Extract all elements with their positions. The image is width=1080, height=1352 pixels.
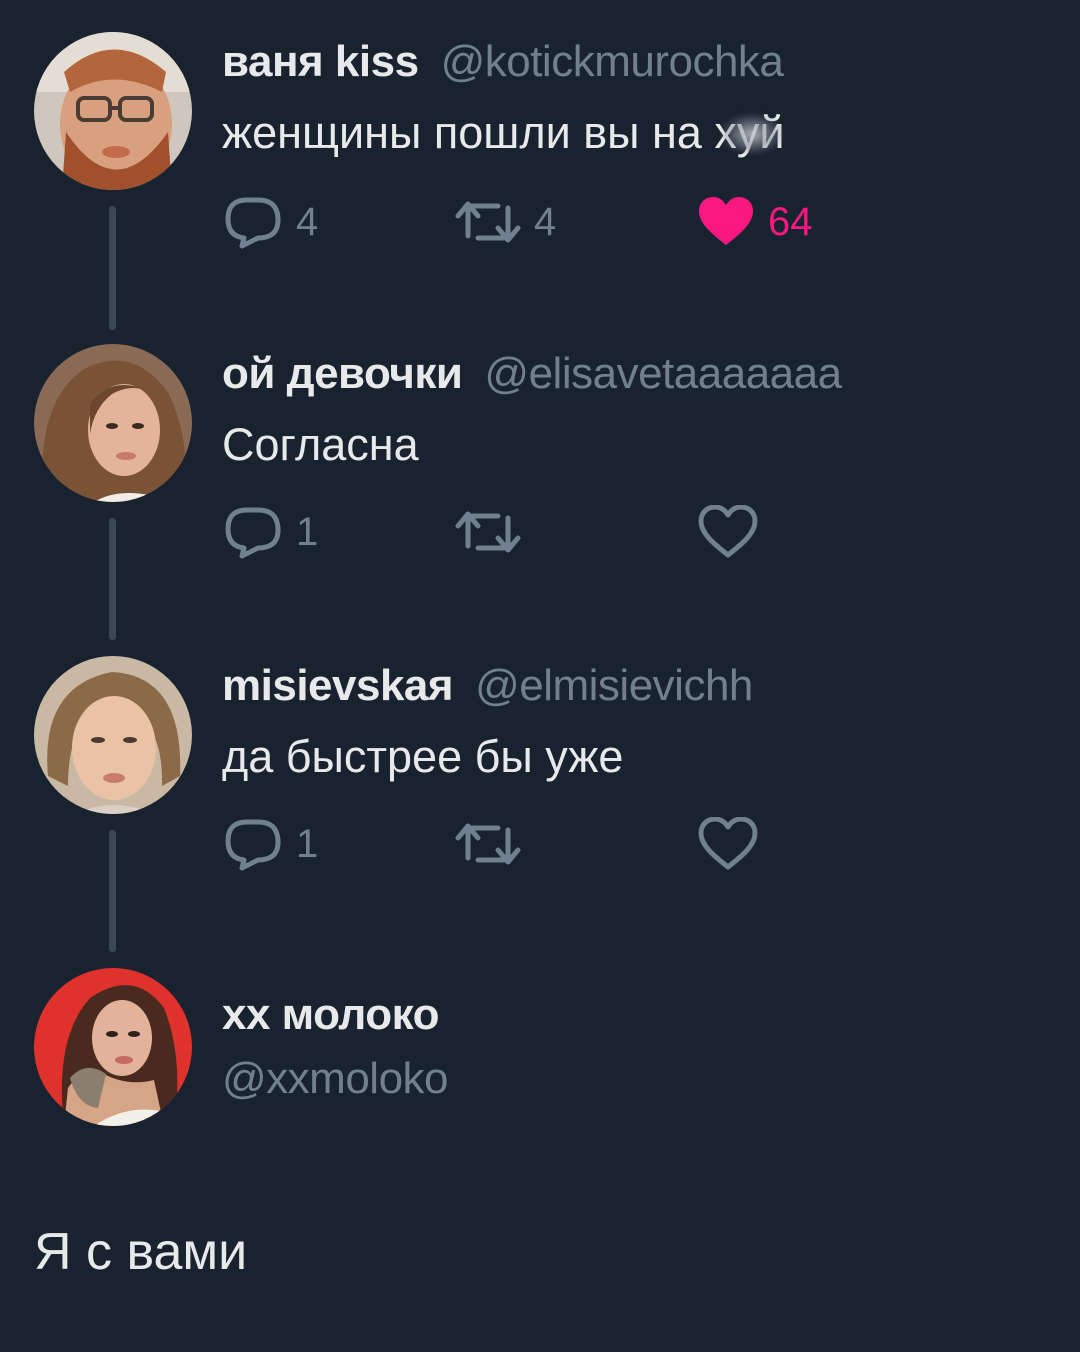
man-with-glasses-avatar (34, 32, 192, 190)
avatar[interactable] (34, 344, 192, 502)
tweet-1-actions: 4 4 64 (222, 192, 922, 252)
reply-text-input[interactable]: Я с вами (34, 1222, 247, 1282)
tweet-text: да быстрее бы уже (222, 731, 624, 782)
reply-button[interactable]: 4 (222, 192, 318, 252)
reply-count: 1 (296, 509, 319, 554)
tweet-text: женщины пошли вы на хуй (222, 104, 785, 162)
reply-icon (225, 819, 281, 871)
censor-blur (720, 114, 783, 154)
username[interactable]: @elisavetaaaaaaa (484, 349, 842, 399)
reply-button[interactable]: 1 (222, 502, 318, 562)
username[interactable]: @xxmoloko (222, 1054, 1060, 1104)
retweet-button[interactable] (454, 814, 522, 874)
reply-button[interactable]: 1 (222, 814, 318, 874)
tweet-2-actions: 1 (222, 502, 922, 562)
thread-connector (109, 830, 116, 952)
reply-count: 1 (296, 821, 319, 866)
thread-connector (109, 518, 116, 640)
tweet-body: misievskaя @elmisievichh да быстрее бы у… (222, 656, 1060, 786)
avatar[interactable] (34, 32, 192, 190)
reply-count: 4 (296, 199, 319, 244)
tweet-header: misievskaя @elmisievichh (222, 656, 1060, 716)
like-button[interactable]: 64 (696, 192, 813, 252)
woman-red-background-avatar (34, 968, 192, 1126)
display-name[interactable]: xx молоко (222, 990, 1060, 1040)
heart-icon (699, 197, 753, 245)
tweet-body: ой девочки @elisavetaaaaaaa Согласна (222, 344, 1060, 474)
avatar[interactable] (34, 656, 192, 814)
retweet-icon (455, 201, 521, 243)
retweet-icon (455, 823, 521, 865)
tweet-thread: ваня kiss @kotickmurochka женщины пошли … (0, 0, 1080, 1352)
retweet-count: 4 (534, 199, 557, 244)
avatar[interactable] (34, 968, 192, 1126)
heart-icon (698, 817, 758, 870)
tweet-header: ой девочки @elisavetaaaaaaa (222, 344, 1060, 404)
tweet-text-main: женщины пошли вы на х (222, 107, 737, 158)
username[interactable]: @elmisievichh (475, 661, 753, 711)
woman-long-hair-avatar (34, 344, 192, 502)
reply-icon (225, 507, 281, 559)
display-name[interactable]: misievskaя (222, 661, 454, 711)
retweet-button[interactable]: 4 (454, 192, 556, 252)
thread-connector (109, 206, 116, 330)
tweet-3-actions: 1 (222, 814, 922, 874)
display-name[interactable]: ваня kiss (222, 37, 419, 87)
tweet-body: ваня kiss @kotickmurochka женщины пошли … (222, 32, 1060, 162)
tweet-text: Согласна (222, 419, 419, 470)
tweet-header: ваня kiss @kotickmurochka (222, 32, 1060, 92)
reply-icon (225, 197, 281, 249)
like-count: 64 (768, 199, 813, 244)
like-button[interactable] (698, 814, 758, 874)
composer-author: xx молоко @xxmoloko (222, 990, 1060, 1104)
woman-short-hair-avatar (34, 656, 192, 814)
retweet-icon (455, 511, 521, 553)
heart-icon (698, 505, 758, 558)
username[interactable]: @kotickmurochka (441, 37, 784, 87)
like-button[interactable] (698, 502, 758, 562)
retweet-button[interactable] (454, 502, 522, 562)
display-name[interactable]: ой девочки (222, 349, 463, 399)
